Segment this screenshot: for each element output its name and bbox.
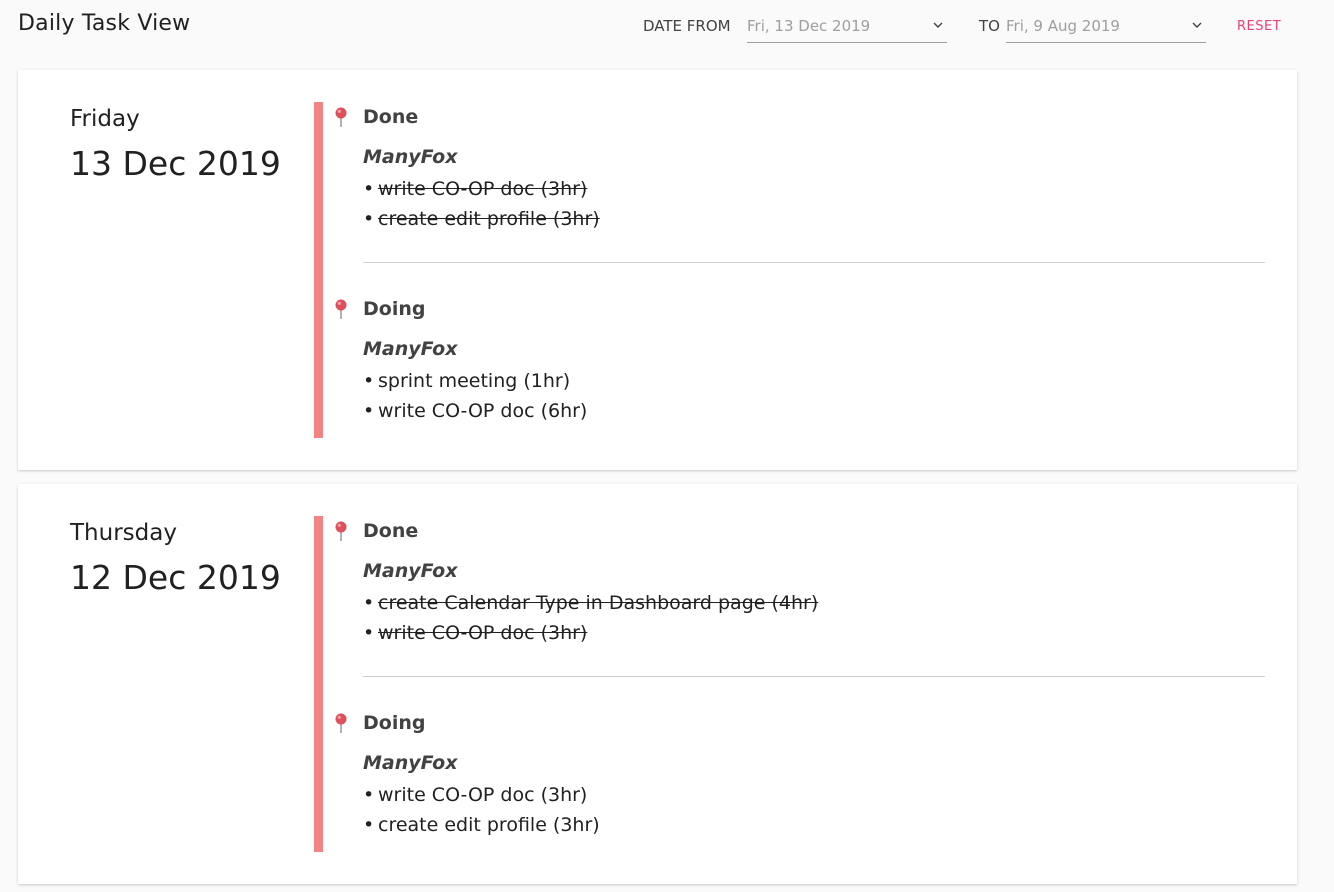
task-text: write CO-OP doc (3hr) <box>378 178 588 200</box>
date-to-select[interactable]: Fri, 9 Aug 2019 <box>1006 14 1206 43</box>
task-list: • write CO-OP doc (3hr) • create edit prof… <box>363 174 600 234</box>
day-card: Friday 13 Dec 2019 Done ManyFox • write C… <box>18 70 1297 470</box>
project-name: ManyFox <box>363 146 458 168</box>
task-item: • write CO-OP doc (3hr) <box>363 178 588 200</box>
task-item: • create edit profile (3hr) <box>363 814 600 836</box>
day-date: 12 Dec 2019 <box>70 558 281 597</box>
date-from-value: Fri, 13 Dec 2019 <box>747 17 871 35</box>
chevron-down-icon <box>933 22 943 28</box>
task-list: • sprint meeting (1hr) • write CO-OP doc (… <box>363 366 587 426</box>
page-title: Daily Task View <box>18 11 191 36</box>
chevron-down-icon <box>1192 22 1202 28</box>
task-text: write CO-OP doc (6hr) <box>378 400 588 422</box>
section-status: Done <box>363 106 419 128</box>
pin-icon <box>335 521 347 541</box>
task-item: • create Calendar Type in Dashboard page … <box>363 592 819 614</box>
section-status: Done <box>363 520 419 542</box>
pin-icon <box>335 299 347 319</box>
pin-icon <box>335 107 347 127</box>
section-divider <box>363 262 1265 263</box>
day-weekday: Friday <box>70 106 140 132</box>
section-status: Doing <box>363 712 426 734</box>
section-status: Doing <box>363 298 426 320</box>
task-text: create edit profile (3hr) <box>378 208 600 230</box>
task-list: • write CO-OP doc (3hr) • create edit prof… <box>363 780 600 840</box>
date-to-value: Fri, 9 Aug 2019 <box>1006 17 1120 35</box>
day-card: Thursday 12 Dec 2019 Done ManyFox • creat… <box>18 484 1297 884</box>
date-from-label: DATE FROM <box>643 17 731 35</box>
section-divider <box>363 676 1265 677</box>
task-item: • write CO-OP doc (6hr) <box>363 400 588 422</box>
date-from-select[interactable]: Fri, 13 Dec 2019 <box>747 14 947 43</box>
task-text: create Calendar Type in Dashboard page (… <box>378 592 819 614</box>
pin-icon <box>335 713 347 733</box>
task-text: write CO-OP doc (3hr) <box>378 622 588 644</box>
task-item: • sprint meeting (1hr) <box>363 370 571 392</box>
task-text: create edit profile (3hr) <box>378 814 600 836</box>
reset-button[interactable]: RESET <box>1237 19 1281 34</box>
task-item: • write CO-OP doc (3hr) <box>363 784 588 806</box>
accent-bar <box>314 516 323 852</box>
accent-bar <box>314 102 323 438</box>
project-name: ManyFox <box>363 338 458 360</box>
task-text: sprint meeting (1hr) <box>378 370 571 392</box>
day-date: 13 Dec 2019 <box>70 144 281 183</box>
project-name: ManyFox <box>363 560 458 582</box>
top-bar: Daily Task View DATE FROM Fri, 13 Dec 20… <box>0 0 1334 60</box>
date-to-label: TO <box>979 17 1000 35</box>
task-item: • write CO-OP doc (3hr) <box>363 622 588 644</box>
project-name: ManyFox <box>363 752 458 774</box>
task-list: • create Calendar Type in Dashboard page … <box>363 588 818 648</box>
day-weekday: Thursday <box>70 520 177 546</box>
task-text: write CO-OP doc (3hr) <box>378 784 588 806</box>
task-item: • create edit profile (3hr) <box>363 208 600 230</box>
